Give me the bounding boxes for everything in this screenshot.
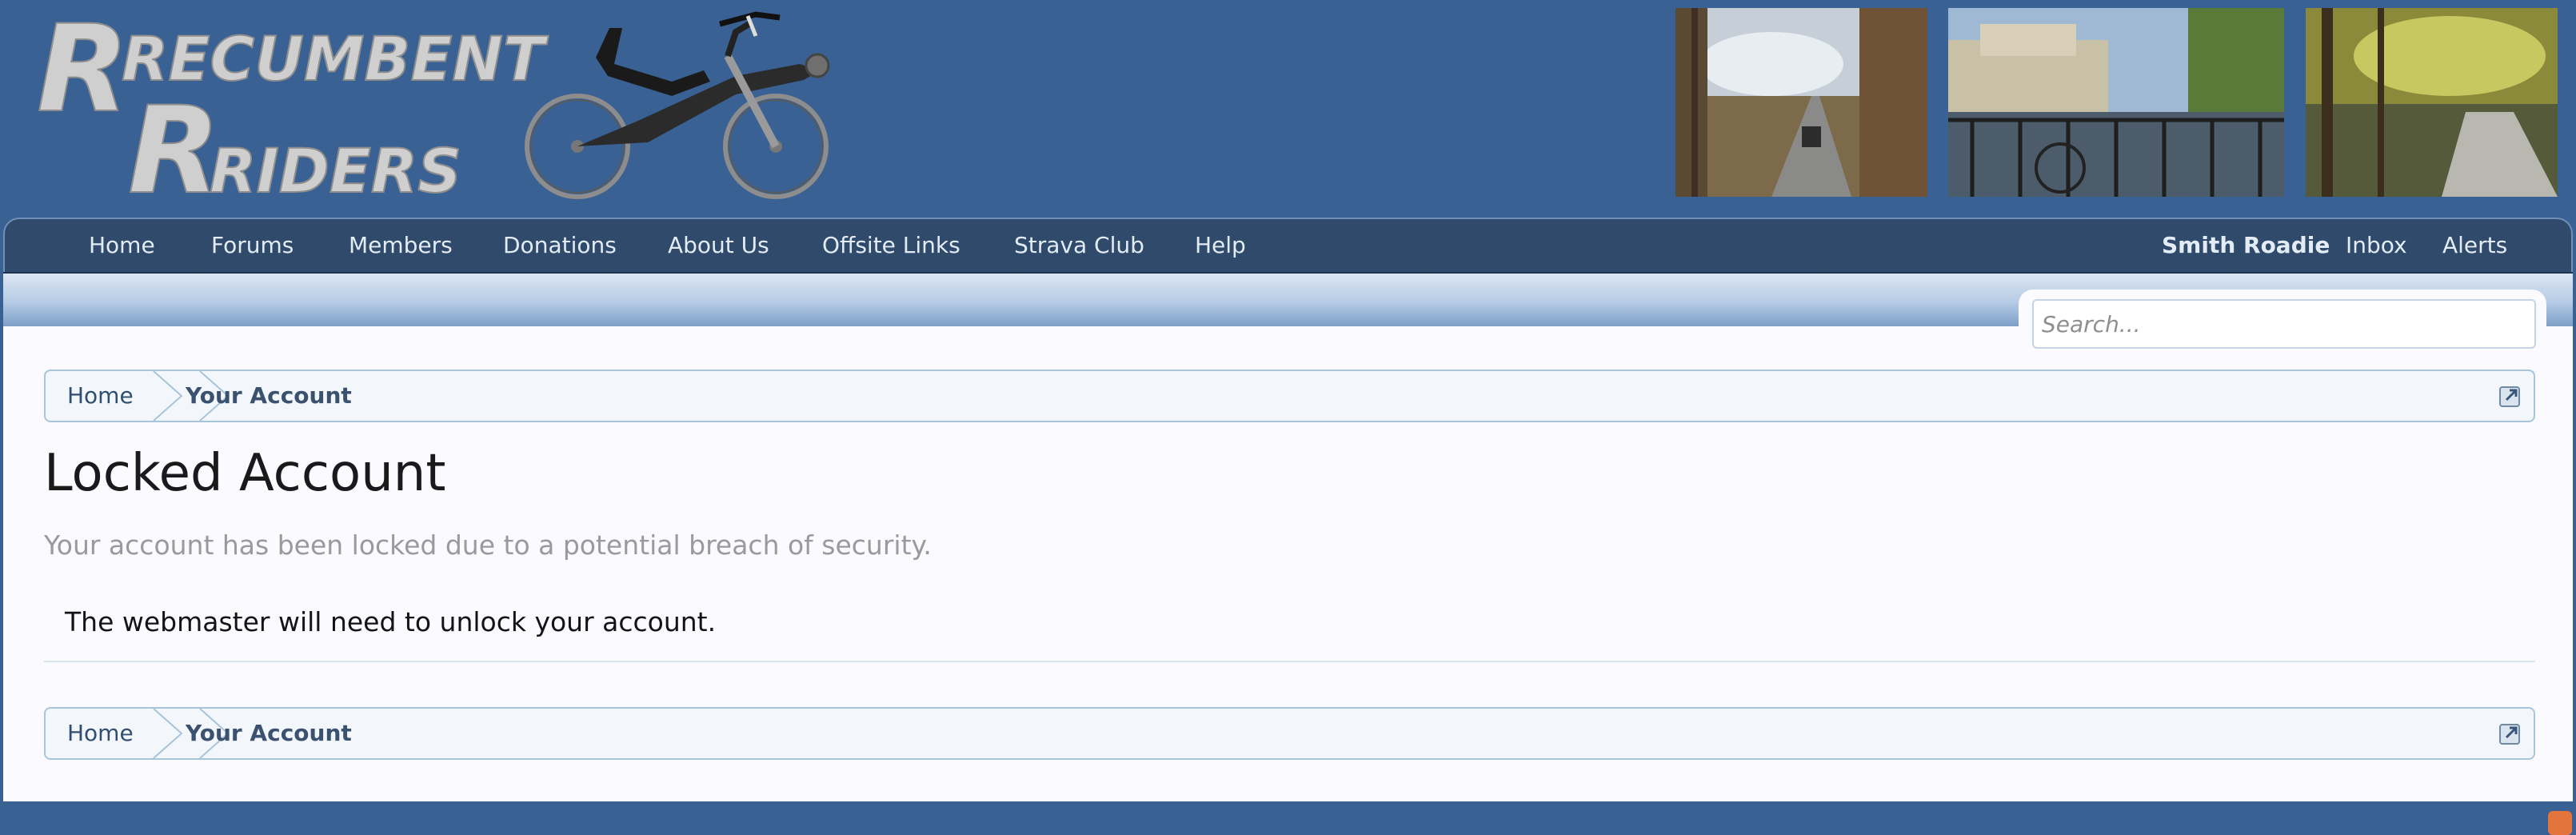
nav-strava-club[interactable]: Strava Club	[1014, 219, 1144, 272]
breadcrumb-home[interactable]: Home	[67, 371, 134, 421]
bicycle-icon	[525, 11, 830, 199]
nav-alerts[interactable]: Alerts	[2442, 219, 2507, 272]
header-photo-river	[1948, 8, 2284, 197]
logo-letter-r1: R	[37, 0, 130, 139]
breadcrumb-your-account-bottom[interactable]: Your Account	[186, 709, 352, 758]
header-photo-forest	[2306, 8, 2558, 197]
search-input[interactable]	[2032, 299, 2536, 349]
logo-word-2: RIDERS	[210, 135, 461, 206]
rss-icon[interactable]	[2548, 811, 2572, 835]
site-header: R RECUMBENT R RIDERS	[0, 0, 2576, 218]
external-jump-icon[interactable]	[2498, 384, 2522, 408]
main-nav: Home Forums Members Donations About Us O…	[3, 218, 2573, 272]
nav-user-name[interactable]: Smith Roadie	[2162, 219, 2330, 272]
nav-home[interactable]: Home	[89, 219, 155, 272]
content-divider	[44, 661, 2535, 662]
nav-help[interactable]: Help	[1195, 219, 1246, 272]
nav-about-us[interactable]: About Us	[668, 219, 769, 272]
page-title: Locked Account	[44, 444, 446, 503]
footer-strip	[0, 801, 2576, 819]
nav-members[interactable]: Members	[349, 219, 453, 272]
breadcrumb-bottom: Home Your Account	[44, 707, 2535, 760]
breadcrumb-top: Home Your Account	[44, 370, 2535, 422]
nav-forums[interactable]: Forums	[211, 219, 294, 272]
header-photo-trail	[1675, 8, 1927, 197]
breadcrumb-home-bottom[interactable]: Home	[67, 709, 134, 758]
breadcrumb-your-account[interactable]: Your Account	[186, 371, 352, 421]
logo-letter-r2: R	[128, 82, 221, 212]
page-description: Your account has been locked due to a po…	[44, 529, 932, 561]
nav-offsite-links[interactable]: Offsite Links	[822, 219, 961, 272]
nav-donations[interactable]: Donations	[503, 219, 617, 272]
site-logo[interactable]: R RECUMBENT R RIDERS	[32, 0, 840, 212]
external-jump-icon[interactable]	[2498, 721, 2522, 745]
page-message: The webmaster will need to unlock your a…	[65, 606, 717, 637]
nav-inbox[interactable]: Inbox	[2346, 219, 2407, 272]
